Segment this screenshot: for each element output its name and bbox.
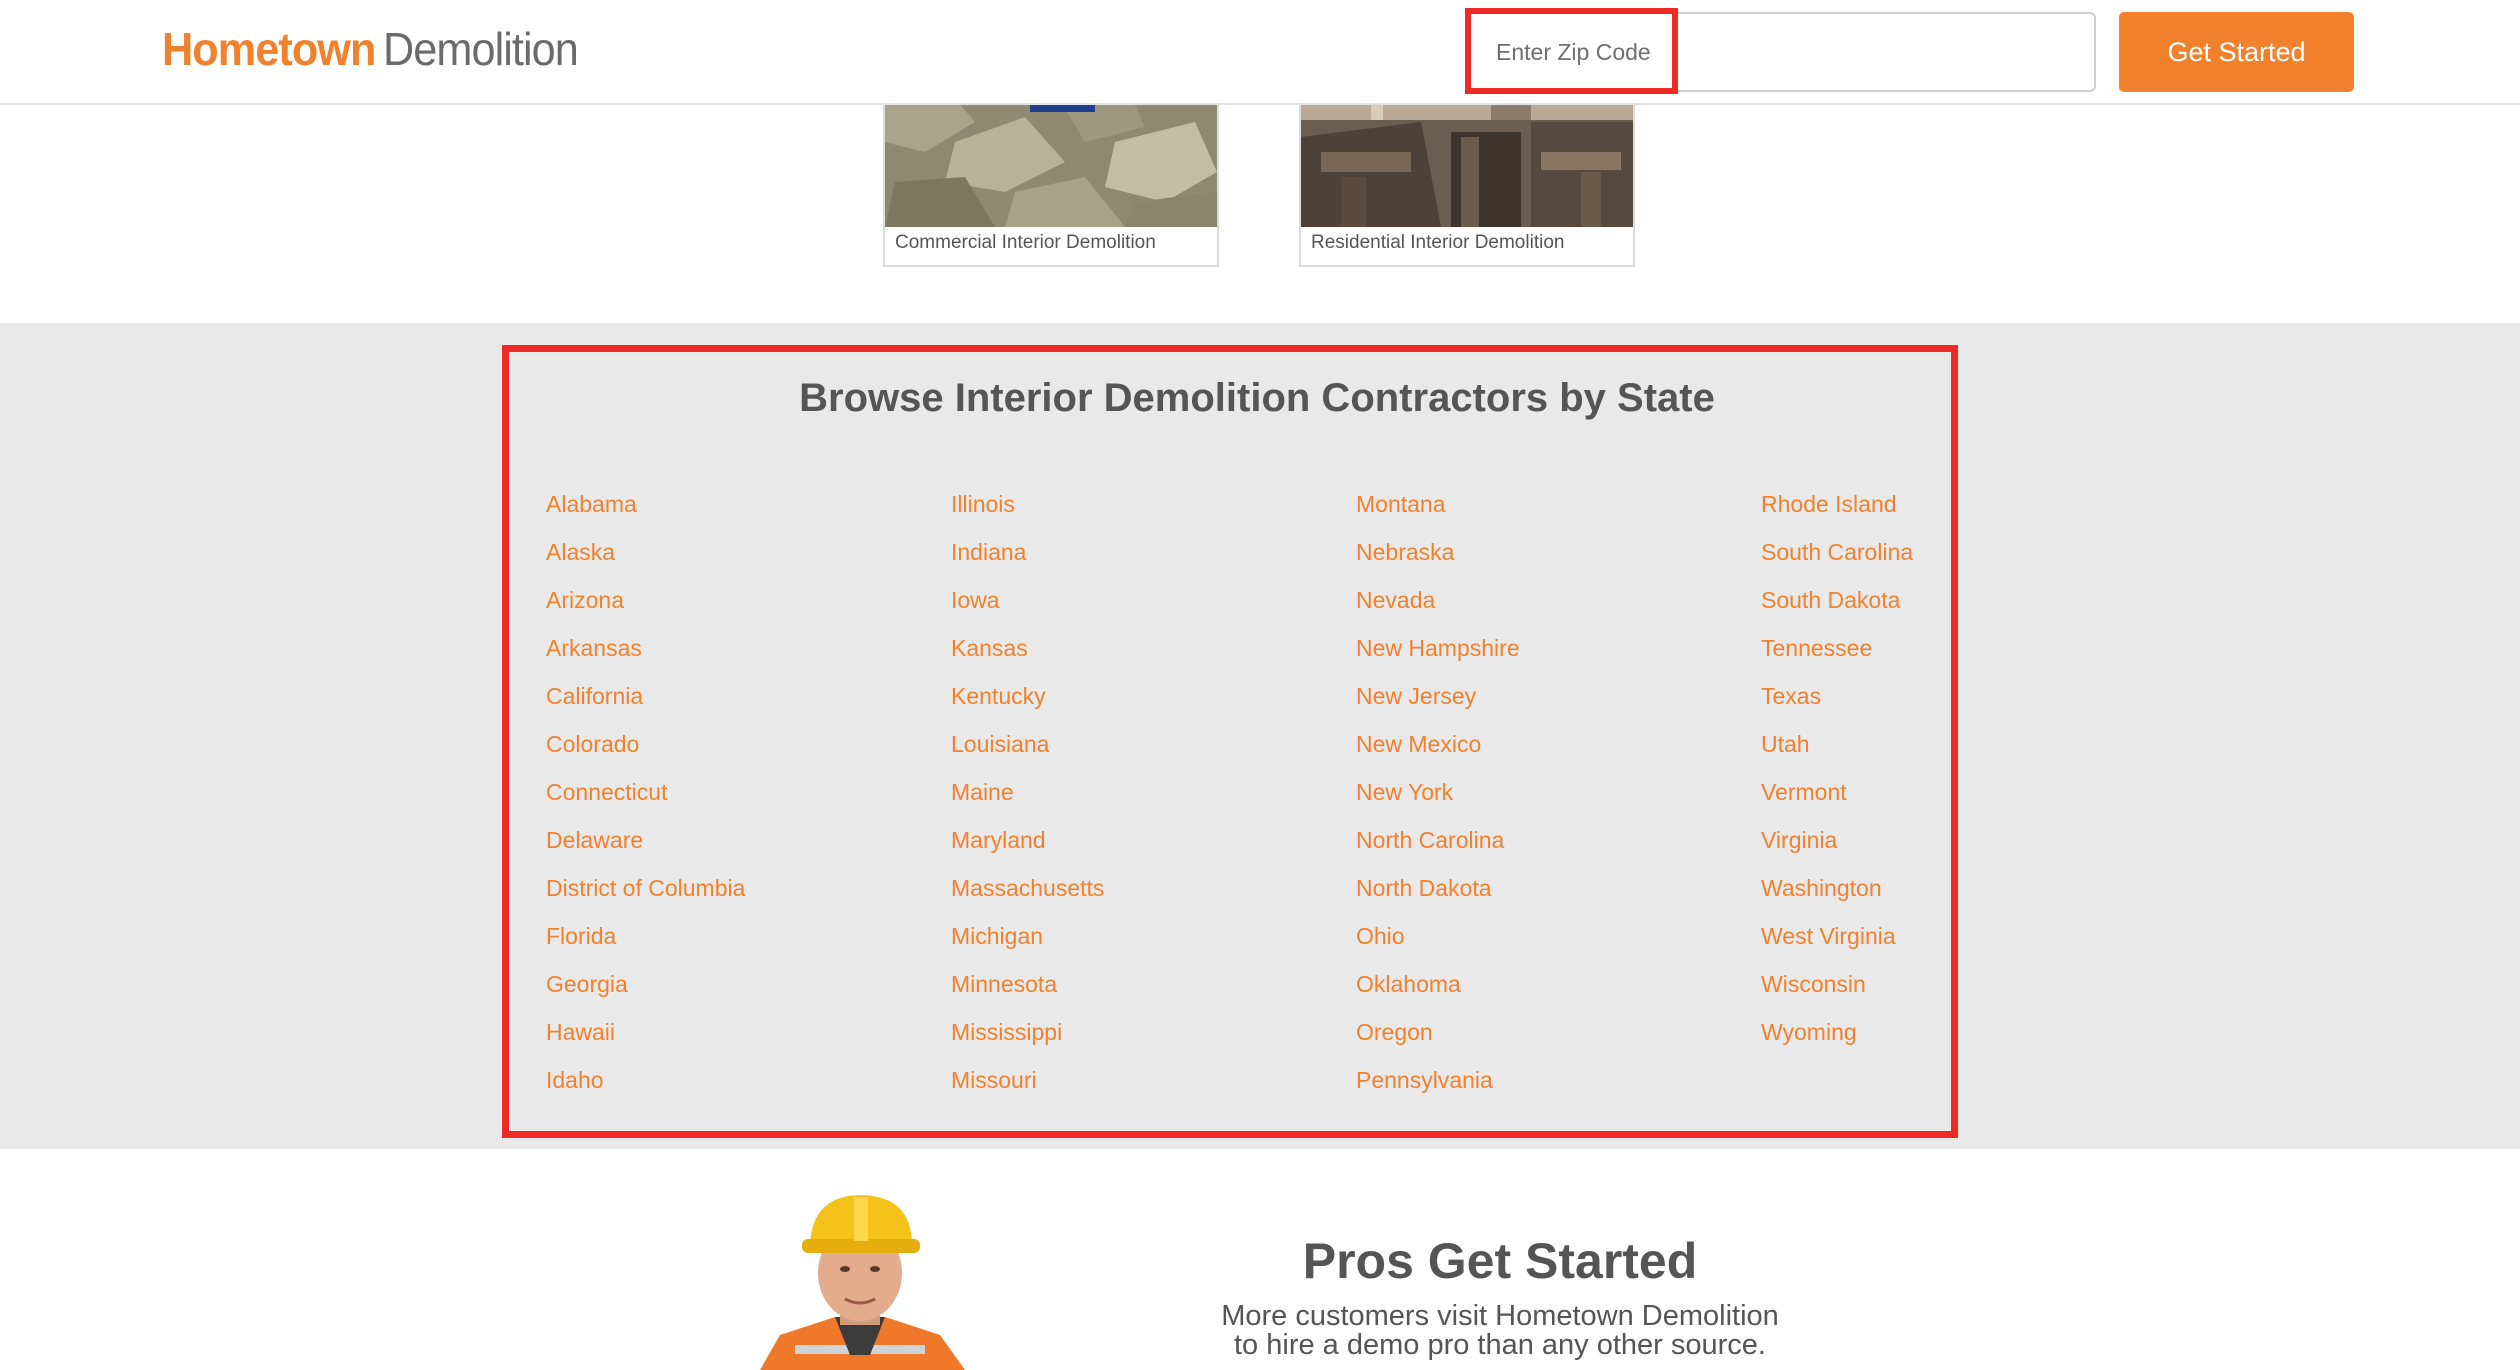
state-column-2: Illinois Indiana Iowa Kansas Kentucky Louisia… [951,485,1311,1109]
state-link[interactable]: Alaska [546,533,906,581]
logo-demolition: Demolition [383,23,579,75]
residential-demolition-card[interactable]: Residential Interior Demolition [1299,80,1635,267]
state-column-4: Rhode Island South Carolina South Dakota Te… [1761,485,2121,1061]
state-link[interactable]: Nebraska [1356,533,1716,581]
state-link[interactable]: Louisiana [951,725,1311,773]
state-link[interactable]: Georgia [546,965,906,1013]
state-link[interactable]: Connecticut [546,773,906,821]
state-link[interactable]: Maine [951,773,1311,821]
state-link[interactable]: North Dakota [1356,869,1716,917]
state-link[interactable]: Colorado [546,725,906,773]
state-link[interactable]: District of Columbia [546,869,906,917]
state-link[interactable]: Tennessee [1761,629,2121,677]
state-link[interactable]: Rhode Island [1761,485,2121,533]
state-link[interactable]: New York [1356,773,1716,821]
pros-line-1: More customers visit Hometown Demolition [1221,1300,1779,1332]
state-link[interactable]: Florida [546,917,906,965]
logo-hometown: Hometown [162,23,376,75]
state-link[interactable]: Pennsylvania [1356,1061,1716,1109]
state-link[interactable]: Arizona [546,581,906,629]
zip-code-input[interactable] [1470,14,2092,90]
state-link[interactable]: Oklahoma [1356,965,1716,1013]
state-link[interactable]: Minnesota [951,965,1311,1013]
browse-title: Browse Interior Demolition Contractors b… [799,376,1715,420]
state-link[interactable]: Kentucky [951,677,1311,725]
state-link[interactable]: Hawaii [546,1013,906,1061]
state-link[interactable]: Nevada [1356,581,1716,629]
state-link[interactable]: Illinois [951,485,1311,533]
state-link[interactable]: Delaware [546,821,906,869]
state-link[interactable]: Washington [1761,869,2121,917]
state-link[interactable]: Wyoming [1761,1013,2121,1061]
state-link[interactable]: North Carolina [1356,821,1716,869]
state-link[interactable]: Missouri [951,1061,1311,1109]
pros-description: More customers visit Hometown Demolition… [1100,1302,1900,1360]
state-link[interactable]: West Virginia [1761,917,2121,965]
state-link[interactable]: Massachusetts [951,869,1311,917]
residential-demolition-caption: Residential Interior Demolition [1311,232,1565,253]
state-link[interactable]: Maryland [951,821,1311,869]
state-link[interactable]: Arkansas [546,629,906,677]
state-link[interactable]: Indiana [951,533,1311,581]
state-link[interactable]: New Mexico [1356,725,1716,773]
state-link[interactable]: Wisconsin [1761,965,2121,1013]
state-link[interactable]: Oregon [1356,1013,1716,1061]
commercial-demolition-card[interactable]: Commercial Interior Demolition [883,80,1219,267]
get-started-button[interactable]: Get Started [2119,12,2354,92]
state-link[interactable]: California [546,677,906,725]
pros-line-2: to hire a demo pro than any other source… [1234,1329,1766,1361]
state-link[interactable]: Utah [1761,725,2121,773]
state-link[interactable]: Kansas [951,629,1311,677]
worker-image [740,1195,980,1370]
state-link[interactable]: Vermont [1761,773,2121,821]
state-link[interactable]: Texas [1761,677,2121,725]
state-link[interactable]: Mississippi [951,1013,1311,1061]
state-column-1: Alabama Alaska Arizona Arkansas California Co… [546,485,906,1109]
site-logo[interactable]: Hometown Demolition [162,22,579,76]
commercial-demolition-caption: Commercial Interior Demolition [895,232,1156,253]
state-link[interactable]: Alabama [546,485,906,533]
state-link[interactable]: South Dakota [1761,581,2121,629]
state-link[interactable]: Michigan [951,917,1311,965]
state-link[interactable]: South Carolina [1761,533,2121,581]
state-column-3: Montana Nebraska Nevada New Hampshire New Je… [1356,485,1716,1109]
state-link[interactable]: New Hampshire [1356,629,1716,677]
state-link[interactable]: Montana [1356,485,1716,533]
state-link[interactable]: Ohio [1356,917,1716,965]
pros-title: Pros Get Started [1302,1233,1698,1289]
site-header: HometownDemolition Get Started [0,0,2520,105]
state-link[interactable]: Virginia [1761,821,2121,869]
state-link[interactable]: New Jersey [1356,677,1716,725]
state-link[interactable]: Idaho [546,1061,906,1109]
state-link[interactable]: Iowa [951,581,1311,629]
